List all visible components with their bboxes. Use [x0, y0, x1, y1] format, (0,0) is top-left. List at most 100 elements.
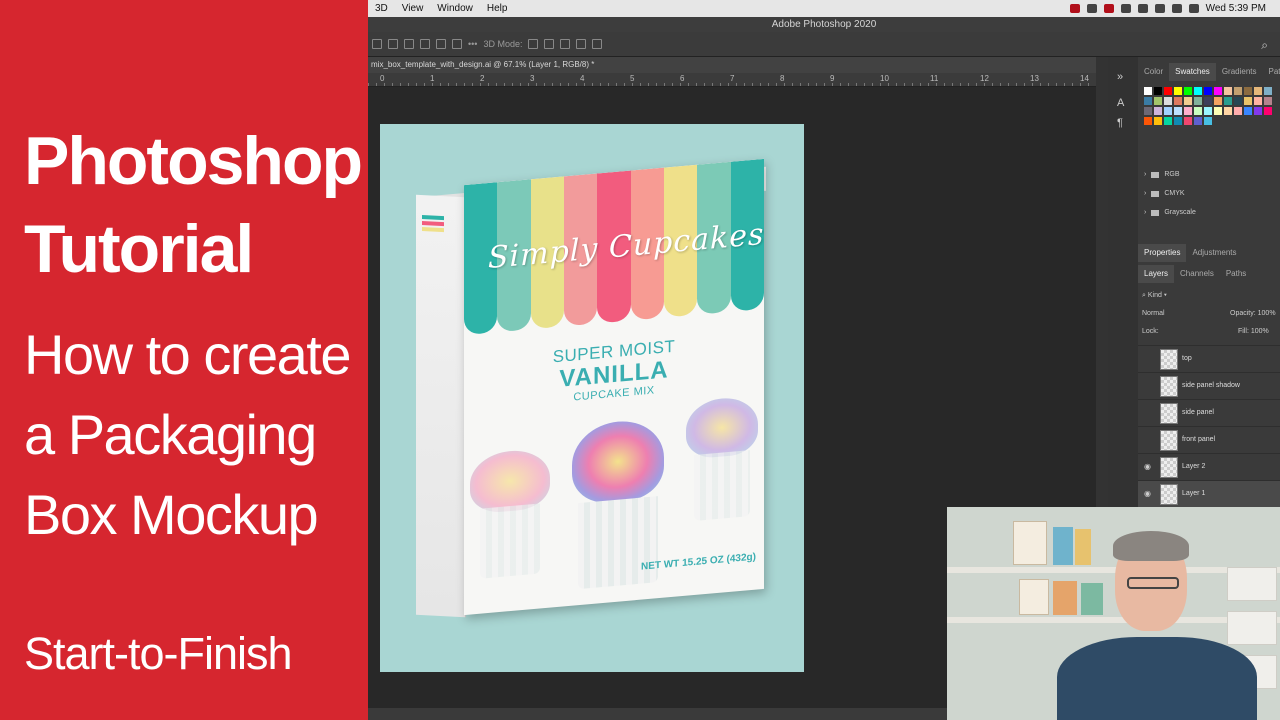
swatch[interactable] [1194, 97, 1202, 105]
swatch[interactable] [1264, 107, 1272, 115]
menu-help[interactable]: Help [480, 3, 515, 14]
swatch[interactable] [1204, 87, 1212, 95]
swatch[interactable] [1174, 117, 1182, 125]
swatch[interactable] [1164, 107, 1172, 115]
eye-icon[interactable]: ◉ [1144, 463, 1152, 471]
swatch[interactable] [1234, 97, 1242, 105]
swatch[interactable] [1244, 97, 1252, 105]
swatch[interactable] [1214, 97, 1222, 105]
tab-layers[interactable]: Layers [1138, 265, 1175, 283]
swatch[interactable] [1214, 107, 1222, 115]
swatch[interactable] [1154, 107, 1162, 115]
swatch[interactable] [1184, 97, 1192, 105]
swatch[interactable] [1154, 97, 1162, 105]
3d-roll-icon[interactable] [544, 39, 555, 49]
layer-row[interactable]: ◉ Layer 2 [1138, 453, 1280, 480]
swatch[interactable] [1224, 107, 1232, 115]
character-icon[interactable]: A [1117, 97, 1129, 109]
swatch[interactable] [1194, 107, 1202, 115]
stop-icon[interactable] [1086, 4, 1097, 13]
swatch[interactable] [1174, 97, 1182, 105]
menu-view[interactable]: View [395, 3, 431, 14]
tab-channels[interactable]: Channels [1174, 265, 1220, 283]
swatch[interactable] [1234, 87, 1242, 95]
menubar-clock[interactable]: Wed 5:39 PM [1206, 3, 1266, 14]
battery-icon[interactable] [1188, 4, 1199, 13]
swatch[interactable] [1254, 97, 1262, 105]
swatch[interactable] [1204, 97, 1212, 105]
paragraph-icon[interactable]: ¶ [1117, 117, 1129, 129]
swatch[interactable] [1144, 87, 1152, 95]
menu-3d[interactable]: 3D [368, 3, 395, 14]
record-icon[interactable] [1069, 4, 1080, 13]
swatch[interactable] [1244, 87, 1252, 95]
3d-pan-icon[interactable] [560, 39, 571, 49]
swatch[interactable] [1214, 87, 1222, 95]
swatch[interactable] [1224, 97, 1232, 105]
swatch[interactable] [1254, 87, 1262, 95]
lock-controls[interactable]: Lock: [1142, 328, 1159, 335]
swatch[interactable] [1144, 107, 1152, 115]
wifi-icon[interactable] [1154, 4, 1165, 13]
fill-control[interactable]: Fill: 100% [1238, 328, 1269, 335]
tab-swatches[interactable]: Swatches [1169, 63, 1216, 81]
layer-filter-kind[interactable]: ⌕ Kind ▾ [1142, 292, 1167, 300]
tab-patterns[interactable]: Patte [1263, 63, 1280, 81]
tab-properties[interactable]: Properties [1138, 244, 1187, 262]
swatch[interactable] [1234, 107, 1242, 115]
swatch[interactable] [1184, 117, 1192, 125]
swatch[interactable] [1264, 97, 1272, 105]
align-top-icon[interactable] [420, 39, 430, 49]
swatch[interactable] [1164, 117, 1172, 125]
opacity-control[interactable]: Opacity: 100% [1230, 310, 1276, 317]
align-center-icon[interactable] [388, 39, 398, 49]
swatch-folder-grayscale[interactable]: › Grayscale [1144, 209, 1196, 216]
blend-mode-select[interactable]: Normal [1142, 310, 1165, 317]
align-right-icon[interactable] [404, 39, 414, 49]
tab-gradients[interactable]: Gradients [1216, 63, 1263, 81]
swatch[interactable] [1144, 117, 1152, 125]
eye-hidden-icon[interactable] [1144, 382, 1152, 390]
tab-adjustments[interactable]: Adjustments [1186, 244, 1242, 262]
tab-paths[interactable]: Paths [1220, 265, 1252, 283]
sync-icon[interactable] [1120, 4, 1131, 13]
align-bottom-icon[interactable] [452, 39, 462, 49]
swatch[interactable] [1244, 107, 1252, 115]
tab-color[interactable]: Color [1138, 63, 1169, 81]
swatch[interactable] [1154, 117, 1162, 125]
layer-row[interactable]: side panel [1138, 399, 1280, 426]
eye-hidden-icon[interactable] [1144, 355, 1152, 363]
collapse-icon[interactable]: » [1117, 71, 1129, 83]
document-tab[interactable]: mix_box_template_with_design.ai @ 67.1% … [368, 57, 1108, 73]
3d-slide-icon[interactable] [576, 39, 587, 49]
swatch-folder-cmyk[interactable]: › CMYK [1144, 190, 1185, 197]
swatch[interactable] [1204, 117, 1212, 125]
swatch[interactable] [1184, 107, 1192, 115]
3d-scale-icon[interactable] [592, 39, 603, 49]
artboard[interactable]: Simply Cupcakes SUPER MOIST VANILLA CUPC… [380, 124, 804, 672]
swatch[interactable] [1154, 87, 1162, 95]
swatch[interactable] [1174, 87, 1182, 95]
creative-cloud-icon[interactable] [1103, 4, 1114, 13]
layer-row[interactable]: side panel shadow [1138, 372, 1280, 399]
swatch[interactable] [1194, 117, 1202, 125]
eye-hidden-icon[interactable] [1144, 436, 1152, 444]
time-machine-icon[interactable] [1137, 4, 1148, 13]
layer-row[interactable]: ◉ Layer 1 [1138, 480, 1280, 507]
swatch[interactable] [1264, 87, 1272, 95]
volume-icon[interactable] [1171, 4, 1182, 13]
swatch[interactable] [1144, 97, 1152, 105]
swatch[interactable] [1164, 87, 1172, 95]
swatch[interactable] [1184, 87, 1192, 95]
swatch[interactable] [1164, 97, 1172, 105]
layer-row[interactable]: top [1138, 345, 1280, 372]
swatch[interactable] [1254, 107, 1262, 115]
swatch[interactable] [1224, 87, 1232, 95]
more-options-icon[interactable]: ••• [468, 39, 477, 49]
align-middle-icon[interactable] [436, 39, 446, 49]
swatch[interactable] [1204, 107, 1212, 115]
eye-icon[interactable]: ◉ [1144, 490, 1152, 498]
3d-orbit-icon[interactable] [528, 39, 539, 49]
swatch[interactable] [1174, 107, 1182, 115]
eye-hidden-icon[interactable] [1144, 409, 1152, 417]
